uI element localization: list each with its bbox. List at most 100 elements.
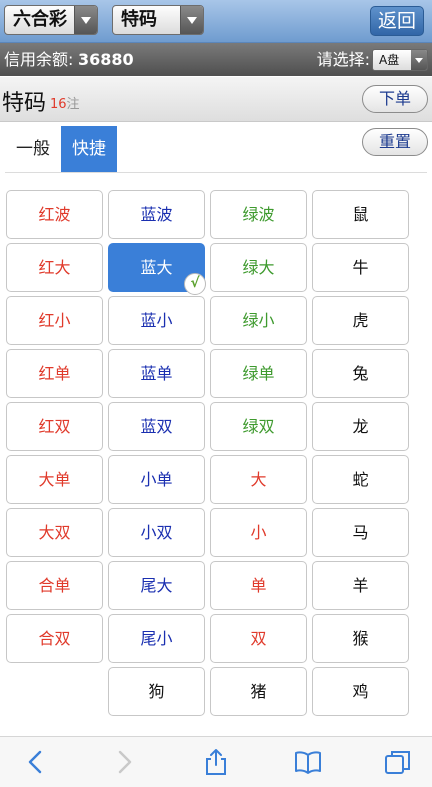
- bet-option-label: 蓝双: [140, 417, 173, 436]
- bet-option-label: 红波: [38, 205, 71, 224]
- bet-option-label: 羊: [352, 576, 369, 595]
- bet-option[interactable]: 鼠: [312, 190, 409, 239]
- bet-option[interactable]: 蛇: [312, 455, 409, 504]
- bet-option[interactable]: 尾小: [108, 614, 205, 663]
- bet-option[interactable]: 双: [210, 614, 307, 663]
- bet-option-label: 鼠: [352, 205, 369, 224]
- bet-option-label: 绿双: [242, 417, 275, 436]
- game-select-value: 六合彩: [13, 9, 67, 30]
- bet-option-label: 红单: [38, 364, 71, 383]
- bet-option[interactable]: 猪: [210, 667, 307, 716]
- bet-option[interactable]: 绿单: [210, 349, 307, 398]
- bet-option[interactable]: 虎: [312, 296, 409, 345]
- bet-option[interactable]: 蓝波: [108, 190, 205, 239]
- browser-toolbar: [0, 736, 432, 787]
- bet-option[interactable]: 合单: [6, 561, 103, 610]
- bet-option[interactable]: 红波: [6, 190, 103, 239]
- top-bar: 六合彩 特码 返回: [0, 0, 432, 43]
- bet-option-label: 绿波: [242, 205, 275, 224]
- bet-option[interactable]: 绿波: [210, 190, 307, 239]
- bet-option[interactable]: 绿大: [210, 243, 307, 292]
- bet-option[interactable]: 红双: [6, 402, 103, 451]
- credit-bar: 信用余额: 36880 请选择: A盘: [0, 43, 432, 76]
- type-select-value: 特码: [121, 9, 157, 30]
- bet-option-label: 蛇: [352, 470, 369, 489]
- bet-option[interactable]: 马: [312, 508, 409, 557]
- bet-option-label: 绿小: [242, 311, 275, 330]
- bet-option-label: 大双: [38, 523, 71, 542]
- bet-option[interactable]: 兔: [312, 349, 409, 398]
- chevron-down-icon: [74, 6, 97, 34]
- bet-option[interactable]: 红大: [6, 243, 103, 292]
- bet-option-label: 兔: [352, 364, 369, 383]
- bet-option-label: 小: [250, 523, 267, 542]
- bet-option-label: 猴: [352, 629, 369, 648]
- bet-option[interactable]: 红单: [6, 349, 103, 398]
- bet-count-unit: 注: [66, 97, 80, 112]
- bet-option[interactable]: 蓝双: [108, 402, 205, 451]
- bet-option-label: 小单: [140, 470, 173, 489]
- bet-option[interactable]: 合双: [6, 614, 103, 663]
- tabs-icon[interactable]: [384, 748, 412, 776]
- bet-option-label: 马: [352, 523, 369, 542]
- reset-button[interactable]: 重置: [362, 128, 428, 156]
- bet-option[interactable]: 鸡: [312, 667, 409, 716]
- bet-option-label: 蓝单: [140, 364, 173, 383]
- bet-option[interactable]: 大: [210, 455, 307, 504]
- tab-quick[interactable]: 快捷: [61, 126, 117, 172]
- bet-option-label: 红大: [38, 258, 71, 277]
- choose-label: 请选择:: [316, 50, 370, 69]
- page-title: 特码: [2, 91, 47, 116]
- bet-option-label: 蓝波: [140, 205, 173, 224]
- bet-option-label: 鸡: [352, 682, 369, 701]
- bet-option[interactable]: 红小: [6, 296, 103, 345]
- plate-select[interactable]: A盘: [372, 49, 428, 71]
- bet-option-label: 狗: [148, 682, 165, 701]
- return-button[interactable]: 返回: [370, 6, 424, 36]
- bet-option-label: 蓝小: [140, 311, 173, 330]
- bet-option-label: 大单: [38, 470, 71, 489]
- divider: [5, 172, 427, 173]
- back-icon[interactable]: [22, 748, 50, 776]
- bet-option[interactable]: 牛: [312, 243, 409, 292]
- bet-option[interactable]: 尾大: [108, 561, 205, 610]
- bet-option[interactable]: 小双: [108, 508, 205, 557]
- bet-option-label: 双: [250, 629, 267, 648]
- bet-option[interactable]: 小: [210, 508, 307, 557]
- bet-option[interactable]: 单: [210, 561, 307, 610]
- bet-option[interactable]: 羊: [312, 561, 409, 610]
- tab-normal[interactable]: 一般: [5, 126, 61, 172]
- bet-option[interactable]: 大双: [6, 508, 103, 557]
- bet-option[interactable]: 蓝大 √: [108, 243, 206, 295]
- bet-option[interactable]: 狗: [108, 667, 205, 716]
- game-select[interactable]: 六合彩: [4, 5, 98, 35]
- bet-option-label: 合单: [38, 576, 71, 595]
- forward-icon[interactable]: [110, 748, 138, 776]
- bet-option[interactable]: 绿双: [210, 402, 307, 451]
- plate-select-value: A盘: [379, 53, 400, 67]
- bet-option[interactable]: 绿小: [210, 296, 307, 345]
- bet-option-label: 大: [250, 470, 267, 489]
- bookmarks-icon[interactable]: [294, 748, 322, 776]
- bet-option-label: 蓝大: [140, 258, 173, 277]
- credit-value: 36880: [78, 50, 134, 69]
- bet-option-label: 绿大: [242, 258, 275, 277]
- bet-option-label: 尾小: [140, 629, 173, 648]
- share-icon[interactable]: [202, 748, 230, 776]
- bet-option[interactable]: 大单: [6, 455, 103, 504]
- bet-option[interactable]: 小单: [108, 455, 205, 504]
- type-select[interactable]: 特码: [112, 5, 204, 35]
- chevron-down-icon: [180, 6, 203, 34]
- bet-option[interactable]: 蓝单: [108, 349, 205, 398]
- bet-option-label: 红双: [38, 417, 71, 436]
- bet-option[interactable]: 猴: [312, 614, 409, 663]
- place-order-button[interactable]: 下单: [362, 85, 428, 113]
- title-row: 特码 16注 下单: [0, 77, 432, 122]
- bet-option-label: 红小: [38, 311, 71, 330]
- bet-option-label: 绿单: [242, 364, 275, 383]
- bet-count: 16注: [50, 93, 80, 112]
- bet-option-label: 龙: [352, 417, 369, 436]
- bet-option-label: 牛: [352, 258, 369, 277]
- bet-option[interactable]: 蓝小: [108, 296, 205, 345]
- bet-option[interactable]: 龙: [312, 402, 409, 451]
